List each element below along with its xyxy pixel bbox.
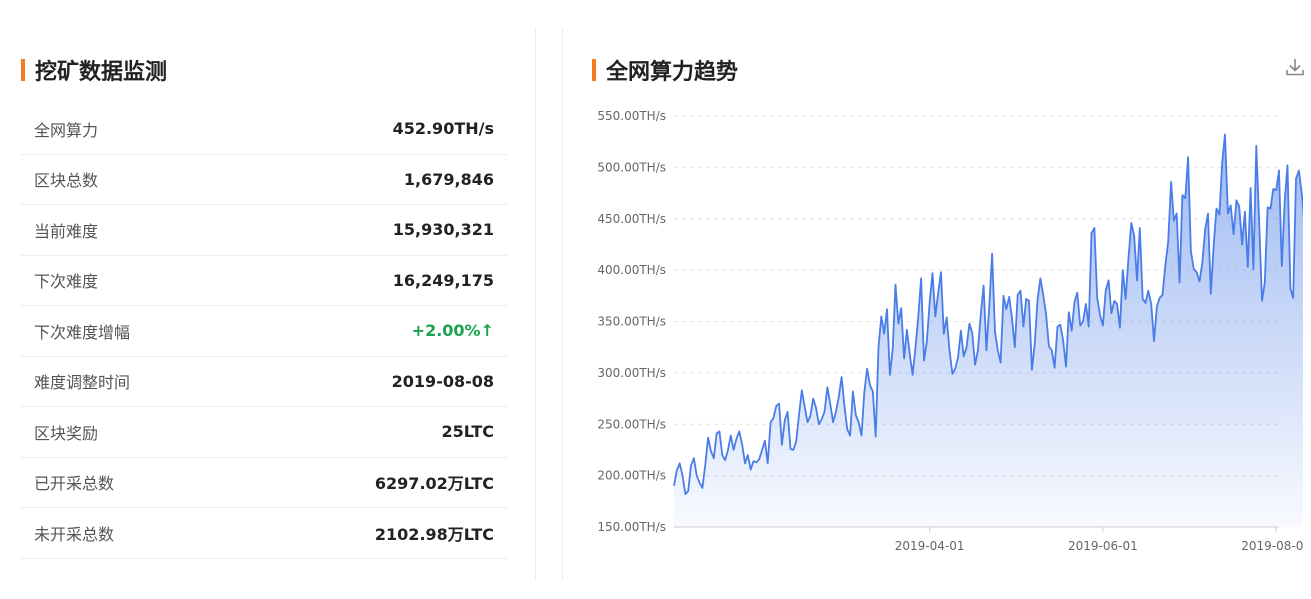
stat-value: 2102.98万LTC (374, 524, 494, 544)
stat-value: 25LTC (441, 422, 494, 442)
x-axis: 2019-04-01 2019-06-01 2019-08-01 (895, 527, 1303, 553)
y-tick-label: 200.00TH/s (597, 469, 666, 483)
stat-label: 下次难度 (34, 272, 99, 292)
hashrate-trend-title: 全网算力趋势 (592, 54, 738, 86)
stat-value-positive: +2.00%↑ (411, 321, 494, 341)
mining-monitor-panel: 挖矿数据监测 全网算力 452.90TH/s 区块总数 1,679,846 当前… (0, 0, 535, 599)
stat-row-current-difficulty: 当前难度 15,930,321 (21, 205, 507, 256)
mining-monitor-title-text: 挖矿数据监测 (35, 60, 168, 85)
x-tick-label: 2019-08-01 (1241, 539, 1303, 553)
hashrate-trend-title-text: 全网算力趋势 (606, 60, 739, 85)
stat-label: 区块总数 (34, 171, 99, 191)
stat-row-adjust-time: 难度调整时间 2019-08-08 (21, 357, 507, 407)
y-tick-label: 350.00TH/s (597, 315, 666, 329)
title-accent-bar (592, 59, 596, 81)
stat-row-network-hashrate: 全网算力 452.90TH/s (21, 104, 507, 155)
stat-value: 452.90TH/s (392, 119, 494, 139)
stat-label: 未开采总数 (34, 524, 115, 544)
stat-value: 1,679,846 (403, 169, 494, 189)
stat-row-next-difficulty: 下次难度 16,249,175 (21, 256, 507, 306)
x-tick-label: 2019-04-01 (895, 539, 965, 553)
x-tick-label: 2019-06-01 (1068, 539, 1138, 553)
y-axis: 150.00TH/s 200.00TH/s 250.00TH/s 300.00TH/s… (597, 109, 666, 534)
stat-value: 16,249,175 (392, 270, 494, 290)
stat-label: 下次难度增幅 (34, 322, 131, 342)
stat-value: 15,930,321 (392, 220, 494, 240)
stat-label: 全网算力 (34, 120, 99, 140)
stat-value: 6297.02万LTC (374, 474, 494, 494)
stats-list: 全网算力 452.90TH/s 区块总数 1,679,846 当前难度 15,9… (21, 104, 507, 559)
y-tick-label: 250.00TH/s (597, 417, 666, 431)
stat-label: 已开采总数 (34, 474, 115, 494)
y-tick-label: 500.00TH/s (597, 160, 666, 174)
y-tick-label: 300.00TH/s (597, 366, 666, 380)
y-tick-label: 150.00TH/s (597, 520, 666, 534)
stat-row-block-reward: 区块奖励 25LTC (21, 407, 507, 458)
hashrate-trend-chart: 150.00TH/s 200.00TH/s 250.00TH/s 300.00TH/s… (597, 109, 1303, 553)
stat-row-difficulty-change: 下次难度增幅 +2.00%↑ (21, 306, 507, 357)
download-icon[interactable] (1284, 56, 1306, 78)
stat-label: 难度调整时间 (34, 373, 131, 393)
chart-series (673, 133, 1303, 527)
stat-row-block-count: 区块总数 1,679,846 (21, 155, 507, 205)
y-tick-label: 400.00TH/s (597, 263, 666, 277)
stat-row-unmined-total: 未开采总数 2102.98万LTC (21, 508, 507, 559)
mining-monitor-title: 挖矿数据监测 (21, 54, 167, 86)
title-accent-bar (21, 59, 25, 81)
panel-divider (535, 28, 536, 580)
y-tick-label: 450.00TH/s (597, 212, 666, 226)
stat-row-mined-total: 已开采总数 6297.02万LTC (21, 458, 507, 508)
stat-label: 区块奖励 (34, 423, 99, 443)
y-tick-label: 550.00TH/s (597, 109, 666, 123)
stat-label: 当前难度 (34, 221, 99, 241)
stat-value: 2019-08-08 (391, 371, 494, 391)
